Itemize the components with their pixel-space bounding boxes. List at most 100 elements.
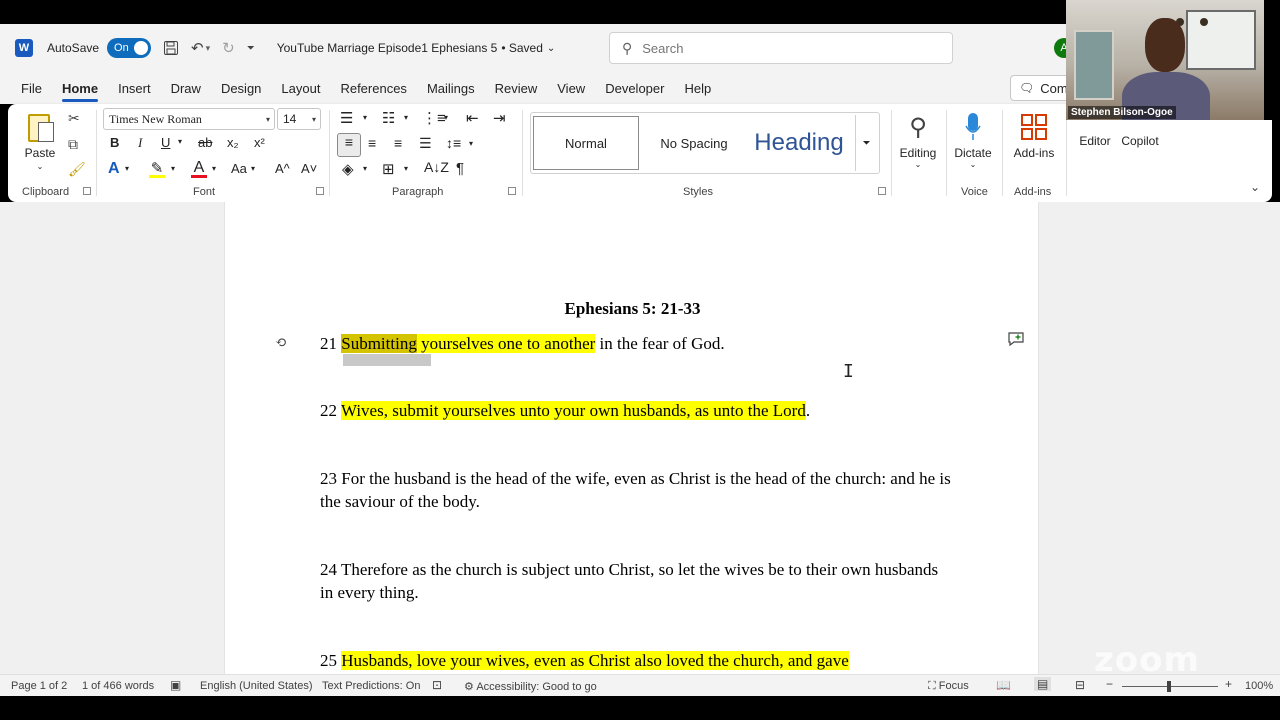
accessibility-status[interactable]: ⚙ Accessibility: Good to go	[464, 680, 597, 693]
underline-button[interactable]: U	[161, 135, 170, 150]
cut-icon[interactable]: ✂	[68, 110, 80, 127]
grow-font-button[interactable]: A^	[275, 161, 290, 176]
editor-button[interactable]: Editor	[1074, 134, 1116, 148]
font-size-select[interactable]: 14 ▾	[277, 108, 321, 130]
shrink-font-button[interactable]: A˅	[301, 161, 317, 176]
chevron-down-icon[interactable]: ▾	[404, 113, 408, 122]
format-painter-icon[interactable]: 🖌	[68, 161, 86, 178]
undo-icon[interactable]: ↶ ▾	[191, 39, 210, 57]
chevron-down-icon[interactable]: ▾	[444, 113, 448, 122]
chevron-down-icon[interactable]: ▾	[363, 113, 367, 122]
font-color-icon[interactable]: A	[191, 159, 207, 178]
styles-launcher-icon[interactable]	[878, 187, 886, 195]
font-launcher-icon[interactable]	[316, 187, 324, 195]
increase-indent-icon[interactable]: ⇥	[493, 109, 506, 127]
track-changes-icon[interactable]: ⊡	[432, 678, 442, 692]
tab-developer[interactable]: Developer	[605, 75, 664, 102]
tab-insert[interactable]: Insert	[118, 75, 151, 102]
underline-dropdown-icon[interactable]: ▾	[178, 137, 182, 146]
divider	[522, 110, 523, 196]
highlighter-icon[interactable]: ✎	[149, 159, 165, 178]
web-layout-icon[interactable]: ⊟	[1075, 678, 1085, 692]
show-formatting-button[interactable]: ¶	[456, 160, 464, 177]
zoom-in-icon[interactable]: +	[1225, 677, 1232, 691]
copilot-margin-icon[interactable]: ⟲	[275, 335, 287, 352]
tab-layout[interactable]: Layout	[281, 75, 320, 102]
autosave-toggle[interactable]: On	[107, 38, 152, 58]
search-box[interactable]: ⚲	[609, 32, 953, 64]
style-normal[interactable]: Normal	[533, 116, 639, 170]
paste-button[interactable]: Paste ⌄	[18, 110, 62, 171]
line-spacing-icon[interactable]: ↕≡	[446, 135, 461, 151]
new-comment-icon[interactable]	[1008, 332, 1024, 350]
tab-file[interactable]: File	[21, 75, 42, 102]
collapse-ribbon-icon[interactable]: ⌄	[1250, 180, 1260, 194]
chevron-down-icon[interactable]: ▾	[212, 164, 216, 173]
print-layout-icon[interactable]: ▤	[1034, 677, 1052, 691]
chevron-down-icon[interactable]: ▾	[251, 164, 255, 173]
subscript-button[interactable]: x₂	[227, 135, 239, 150]
bullets-icon[interactable]: ☰	[340, 109, 353, 127]
justify-button[interactable]: ☰	[419, 135, 432, 152]
tab-references[interactable]: References	[340, 75, 406, 102]
zoom-level[interactable]: 100%	[1245, 680, 1273, 692]
undo-dropdown-icon[interactable]: ▾	[206, 43, 211, 54]
bold-button[interactable]: B	[110, 135, 119, 150]
copy-icon[interactable]: ⧉	[68, 136, 78, 153]
style-heading[interactable]: Heading	[749, 116, 849, 170]
align-left-button[interactable]: ≡	[337, 133, 361, 157]
dictate-button[interactable]: Dictate ⌄	[950, 108, 996, 169]
shading-icon[interactable]: ◈	[342, 160, 354, 178]
chevron-down-icon[interactable]: ▾	[404, 164, 408, 173]
tab-help[interactable]: Help	[684, 75, 711, 102]
divider	[1002, 110, 1003, 196]
decrease-indent-icon[interactable]: ⇤	[466, 109, 479, 127]
participant-video[interactable]: Stephen Bilson-Ogoe	[1066, 0, 1264, 120]
proofing-icon[interactable]: ▣	[170, 678, 181, 692]
document-title[interactable]: YouTube Marriage Episode1 Ephesians 5 • …	[277, 41, 556, 55]
focus-button[interactable]: ⛶ Focus	[928, 680, 969, 693]
tab-home[interactable]: Home	[61, 75, 99, 102]
zoom-slider-thumb[interactable]	[1167, 681, 1171, 692]
text-predictions-label[interactable]: Text Predictions: On	[322, 680, 420, 692]
redo-icon[interactable]: ↻	[222, 39, 235, 57]
selection-shadow	[343, 354, 431, 366]
align-right-button[interactable]: ≡	[394, 135, 402, 151]
bottom-black-band	[0, 696, 1280, 720]
multilevel-list-icon[interactable]: ⋮≡	[422, 109, 446, 127]
chevron-down-icon[interactable]: ▾	[125, 164, 129, 173]
style-no-spacing[interactable]: No Spacing	[641, 116, 747, 170]
numbering-icon[interactable]: ☷	[382, 109, 395, 127]
clipboard-launcher-icon[interactable]	[83, 187, 91, 195]
read-mode-icon[interactable]: 📖	[996, 678, 1011, 692]
language-label[interactable]: English (United States)	[200, 680, 313, 692]
paragraph-launcher-icon[interactable]	[508, 187, 516, 195]
tab-draw[interactable]: Draw	[171, 75, 201, 102]
change-case-button[interactable]: Aa	[231, 161, 247, 176]
text-effects-icon[interactable]: A	[108, 160, 120, 178]
borders-icon[interactable]: ⊞	[382, 160, 395, 178]
styles-more-icon[interactable]: ⏷	[855, 115, 877, 171]
tab-mailings[interactable]: Mailings	[427, 75, 475, 102]
italic-button[interactable]: I	[138, 135, 142, 151]
chevron-down-icon[interactable]: ▾	[171, 164, 175, 173]
search-input[interactable]	[642, 40, 933, 56]
align-center-button[interactable]: ≡	[368, 135, 376, 151]
copilot-button[interactable]: Copilot	[1118, 134, 1162, 148]
strikethrough-button[interactable]: ab	[198, 135, 212, 150]
save-icon[interactable]	[163, 40, 179, 56]
word-count[interactable]: 1 of 466 words	[82, 680, 154, 692]
sort-icon[interactable]: A↓Z	[424, 159, 449, 175]
chevron-down-icon[interactable]: ▾	[469, 139, 473, 148]
add-ins-button[interactable]: Add-ins	[1008, 108, 1060, 160]
font-name-select[interactable]: Times New Roman ▾	[103, 108, 275, 130]
editing-button[interactable]: ⚲ Editing ⌄	[896, 108, 940, 170]
tab-design[interactable]: Design	[221, 75, 261, 102]
tab-review[interactable]: Review	[495, 75, 538, 102]
chevron-down-icon[interactable]: ▾	[363, 164, 367, 173]
superscript-button[interactable]: x²	[254, 135, 265, 150]
tab-view[interactable]: View	[557, 75, 585, 102]
page-count[interactable]: Page 1 of 2	[11, 680, 67, 692]
document-page[interactable]: Ephesians 5: 21-33 ⟲ 21 Submitting yours…	[224, 202, 1039, 674]
customize-toolbar-icon[interactable]: ⏷	[247, 43, 255, 54]
